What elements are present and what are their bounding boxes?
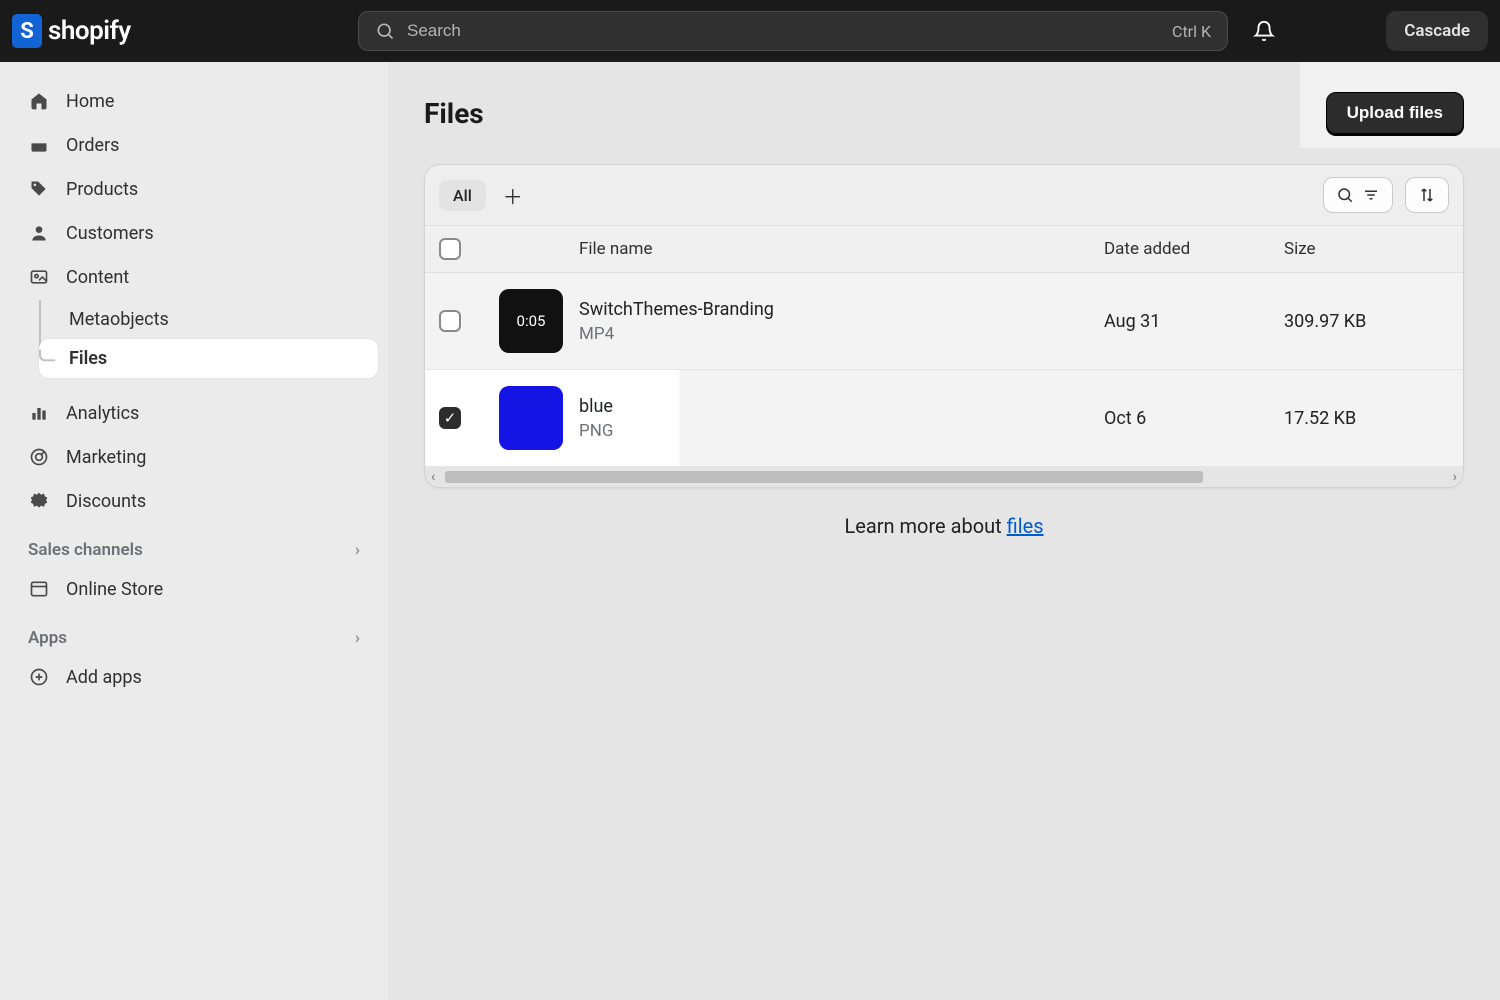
sidebar-subitem-files[interactable]: Files [39,339,378,378]
sidebar-item-marketing[interactable]: Marketing [10,436,378,478]
search-icon [1336,186,1354,204]
file-thumbnail: 0:05 [499,289,563,353]
horizontal-scrollbar[interactable] [425,467,1463,487]
page-title: Files [424,97,484,130]
brand-name: shopify [48,16,131,46]
video-duration: 0:05 [517,312,546,330]
bell-icon [1253,20,1275,42]
tab-label: All [453,186,472,205]
sidebar-label: Customers [66,223,154,244]
sidebar-label: Marketing [66,447,146,468]
sidebar-label: Content [66,267,129,288]
addapps-icon [28,666,50,688]
col-date: Date added [1104,239,1284,259]
sidebar-label: Products [66,179,138,200]
select-all-checkbox[interactable] [439,238,461,260]
section-label: Sales channels [28,540,143,560]
file-size: 17.52 KB [1284,408,1449,429]
filter-icon [1362,186,1380,204]
row-checkbox[interactable] [439,310,461,332]
sidebar-label: Online Store [66,579,163,600]
brand[interactable]: shopify [12,14,342,48]
main-content: Files Upload files All ＋ [388,62,1500,1000]
sidebar-item-analytics[interactable]: Analytics [10,392,378,434]
row-checkbox[interactable] [439,407,461,429]
notifications-button[interactable] [1244,11,1284,51]
discounts-icon [28,490,50,512]
sidebar-item-products[interactable]: Products [10,168,378,210]
search-icon [375,21,395,41]
store-name: Cascade [1404,21,1470,41]
sidebar-item-discounts[interactable]: Discounts [10,480,378,522]
col-size: Size [1284,239,1449,259]
orders-icon [28,134,50,156]
file-date: Oct 6 [1104,408,1284,429]
products-icon [28,178,50,200]
sidebar-subitem-metaobjects[interactable]: Metaobjects [39,300,378,339]
table-row[interactable]: blue PNG Oct 6 17.52 KB [425,370,1463,467]
learn-prefix: Learn more about [844,514,1006,538]
chevron-right-icon: › [355,628,360,648]
home-icon [28,90,50,112]
tab-all[interactable]: All [439,180,486,211]
sidebar-sublabel: Files [69,348,107,369]
col-filename: File name [579,239,1104,259]
onlinestore-icon [28,578,50,600]
chevron-right-icon: › [355,540,360,560]
file-type: PNG [579,421,1104,441]
sidebar-label: Analytics [66,403,139,424]
learn-files-link[interactable]: files [1007,514,1044,538]
apps-header[interactable]: Apps › [10,612,378,654]
analytics-icon [28,402,50,424]
add-view-button[interactable]: ＋ [498,180,528,210]
sidebar-item-customers[interactable]: Customers [10,212,378,254]
sidebar-label: Add apps [66,667,142,688]
topbar: shopify Ctrl K Cascade [0,0,1500,62]
table-row[interactable]: 0:05 SwitchThemes-Branding MP4 Aug 31 30… [425,273,1463,370]
table-header: File name Date added Size [425,226,1463,273]
upload-files-button[interactable]: Upload files [1326,92,1464,134]
scrollbar-thumb[interactable] [445,471,1203,483]
file-size: 309.97 KB [1284,311,1449,332]
file-date: Aug 31 [1104,311,1284,332]
sidebar-item-add-apps[interactable]: Add apps [10,656,378,698]
sort-button[interactable] [1405,177,1449,213]
sales-channels-header[interactable]: Sales channels › [10,524,378,566]
file-type: MP4 [579,324,1104,344]
sort-icon [1418,186,1436,204]
sidebar-label: Discounts [66,491,146,512]
file-thumbnail [499,386,563,450]
sidebar-item-orders[interactable]: Orders [10,124,378,166]
search-filter-button[interactable] [1323,177,1393,213]
content-icon [28,266,50,288]
sidebar-item-home[interactable]: Home [10,80,378,122]
sidebar-label: Home [66,91,114,112]
store-switcher[interactable]: Cascade [1386,11,1488,51]
shopify-logo-icon [12,14,42,48]
customers-icon [28,222,50,244]
learn-more: Learn more about files [424,514,1464,538]
section-label: Apps [28,628,67,648]
upload-label: Upload files [1347,103,1443,122]
files-table: File name Date added Size 0:05 SwitchThe… [425,226,1463,467]
file-name: blue [579,396,1104,417]
marketing-icon [28,446,50,468]
search-shortcut: Ctrl K [1172,22,1211,41]
search-bar[interactable]: Ctrl K [358,11,1228,51]
sidebar-item-online-store[interactable]: Online Store [10,568,378,610]
sidebar-item-content[interactable]: Content [10,256,378,298]
files-card: All ＋ [424,164,1464,488]
search-input[interactable] [407,21,1160,41]
file-name: SwitchThemes-Branding [579,299,1104,320]
sidebar-label: Orders [66,135,119,156]
plus-icon: ＋ [503,181,523,210]
sidebar-sublabel: Metaobjects [69,309,169,330]
sidebar: Home Orders Products Customers Content M… [0,62,388,1000]
